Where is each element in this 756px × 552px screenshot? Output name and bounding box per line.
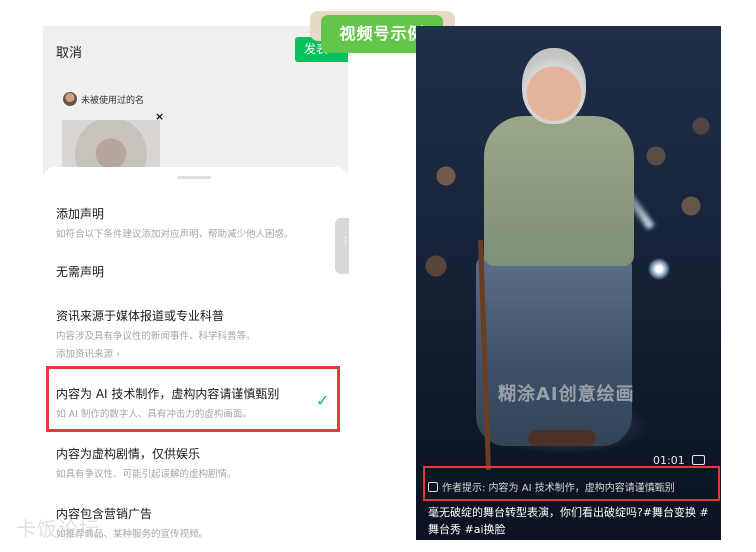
option-subtitle: 内容涉及具有争议性的新闻事件、科学科普等。 bbox=[56, 331, 256, 342]
add-source-link[interactable]: 添加资讯来源 › bbox=[56, 346, 256, 360]
video-caption[interactable]: 毫无破绽的舞台转型表演，你们看出破绽吗?#舞台变换 #舞台秀 #ai换脸 bbox=[428, 504, 718, 538]
option-media-source[interactable]: 资讯来源于媒体报道或专业科普 内容涉及具有争议性的新闻事件、科学科普等。 添加资… bbox=[56, 307, 256, 360]
option-subtitle: 如具有争议性、可能引起误解的虚构剧情。 bbox=[56, 469, 237, 480]
left-phone-screen: 取消 发表 未被使用过的名 × 添加声明 如符合以下条件建议添加对应声明，帮助减… bbox=[43, 26, 348, 552]
video-watermark: 糊涂AI创意绘画 bbox=[498, 384, 635, 405]
forum-watermark: 卡饭论坛 bbox=[16, 517, 100, 541]
option-add-declaration-header: 添加声明 如符合以下条件建议添加对应声明，帮助减少他人困惑。 bbox=[56, 205, 294, 240]
stage-light-flare bbox=[648, 258, 670, 280]
post-editor-area: 取消 发表 未被使用过的名 × bbox=[43, 26, 348, 176]
option-subtitle: 如符合以下条件建议添加对应声明，帮助减少他人困惑。 bbox=[56, 229, 294, 240]
option-title: 无需声明 bbox=[56, 265, 105, 279]
sheet-grabber[interactable] bbox=[177, 176, 211, 179]
figure-skirt bbox=[476, 256, 632, 446]
side-drawer-handle[interactable]: ⋮ bbox=[335, 218, 350, 274]
figure-blouse bbox=[484, 116, 634, 266]
highlight-box-declaration bbox=[423, 466, 720, 501]
account-name-row: 未被使用过的名 bbox=[63, 92, 144, 106]
avatar bbox=[63, 92, 77, 106]
channels-video-player[interactable]: 糊涂AI创意绘画 01:01 作者提示: 内容为 AI 技术制作，虚构内容请谨慎… bbox=[416, 26, 721, 540]
fullscreen-icon[interactable] bbox=[692, 455, 705, 465]
option-title: 添加声明 bbox=[56, 207, 105, 221]
option-title: 内容为虚构剧情，仅供娱乐 bbox=[56, 447, 201, 461]
account-name: 未被使用过的名 bbox=[81, 95, 145, 106]
close-icon[interactable]: × bbox=[155, 110, 164, 123]
figure-head bbox=[522, 48, 586, 124]
cancel-button[interactable]: 取消 bbox=[56, 42, 82, 61]
more-icon: ⋮ bbox=[340, 236, 350, 247]
highlight-box-ai-option bbox=[46, 366, 340, 432]
option-no-declaration[interactable]: 无需声明 bbox=[56, 263, 104, 280]
figure-shoes bbox=[528, 430, 596, 446]
declaration-bottom-sheet: 添加声明 如符合以下条件建议添加对应声明，帮助减少他人困惑。 无需声明 资讯来源… bbox=[43, 167, 348, 552]
option-fictional-plot[interactable]: 内容为虚构剧情，仅供娱乐 如具有争议性、可能引起误解的虚构剧情。 bbox=[56, 445, 237, 480]
option-title: 资讯来源于媒体报道或专业科普 bbox=[56, 309, 225, 323]
